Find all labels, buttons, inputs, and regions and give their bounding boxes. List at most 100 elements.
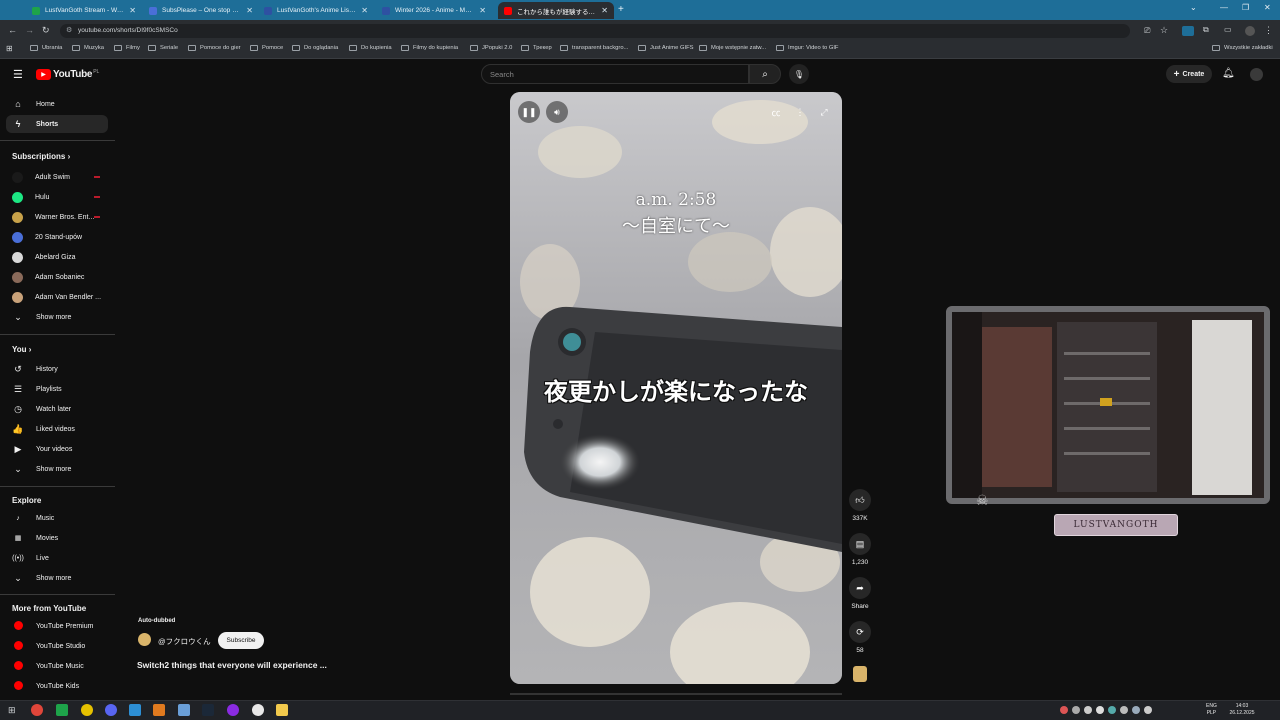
new-tab-button[interactable]: + [618,4,624,15]
clock[interactable]: 14:03 26.12.2025 [1222,703,1262,717]
subscription-item[interactable]: Abelard Giza [6,248,108,266]
system-tray[interactable] [1060,706,1200,714]
language-indicator[interactable]: ENG PLP [1206,703,1217,717]
search-input[interactable]: Search [481,64,749,84]
bookmark-item[interactable]: Filmy do kupienia [401,45,458,51]
subscription-item[interactable]: Hulu [6,188,108,206]
subscription-item[interactable]: 20 Stand-upów [6,228,108,246]
subscriptions-show-more[interactable]: ⌄ Show more [6,308,108,326]
browser-tab[interactable]: SubsPlease – One stop shop fo✕ [143,2,259,19]
sidebar-item-yt-app[interactable]: YouTube Music [6,657,108,675]
extension-icon[interactable] [1182,26,1194,36]
browser-menu-icon[interactable]: ⋮ [1264,25,1273,36]
bookmark-item[interactable]: Pomoce do gier [188,45,241,51]
bookmark-item[interactable]: Filmy [114,45,140,51]
close-tab-icon[interactable]: ✕ [601,6,608,15]
bookmark-item[interactable]: Ubrania [30,45,62,51]
browser-tab[interactable]: Winter 2026 - Anime - MyAnim✕ [376,2,492,19]
explore-show-more[interactable]: ⌄ Show more [6,569,108,587]
browser-tab[interactable]: LustVanGoth Stream - Watch L✕ [26,2,142,19]
hamburger-menu-icon[interactable]: ☰ [13,68,23,81]
bookmark-item[interactable]: Do kupienia [349,45,392,51]
app-taskbar-icon[interactable] [56,704,68,716]
account-avatar[interactable] [1250,68,1263,81]
bookmark-item[interactable]: Moje wstępnie zatw... [699,45,766,51]
address-input[interactable]: youtube.com/shorts/DI9f0cSMSCo [60,24,1130,38]
tab-search-icon[interactable]: ⌄ [1190,3,1197,12]
bookmark-item[interactable]: Muzyka [72,45,104,51]
youtube-logo[interactable]: ▶ YouTube PL [36,69,99,80]
close-tab-icon[interactable]: ✕ [246,6,253,15]
bookmark-item[interactable]: Just Anime GIFS [638,45,694,51]
maximize-icon[interactable]: ❐ [1242,3,1249,12]
browser-tab[interactable]: これから誰もが経験するであろ✕ [498,2,614,19]
sidebar-item-music[interactable]: ♪ Music [6,509,108,527]
bookmark-star-icon[interactable]: ☆ [1160,25,1168,36]
comments-button[interactable]: ▤ [849,533,871,555]
sidebar-item-history[interactable]: ↺ History [6,360,108,378]
sidebar-item-yt-app[interactable]: YouTube Studio [6,637,108,655]
all-bookmarks[interactable]: Wszystkie zakładki [1212,45,1273,51]
app-taskbar-icon[interactable] [178,704,190,716]
sidebar-item-liked-videos[interactable]: 👍 Liked videos [6,420,108,438]
bookmark-item[interactable]: Imgur: Video to GIF [776,45,838,51]
channel-avatar[interactable] [138,633,151,646]
sidebar-item-yt-app[interactable]: YouTube Premium [6,617,108,635]
voice-search-button[interactable]: 🎙 [789,64,809,84]
subscriptions-heading[interactable]: Subscriptions › [12,152,70,161]
you-heading[interactable]: You › [12,345,31,354]
channel-name[interactable]: @フクロウくん [158,636,211,647]
sidebar-item-your-videos[interactable]: ▶ Your videos [6,440,108,458]
side-panel-icon[interactable]: ▭ [1224,25,1232,34]
bookmark-item[interactable]: Pomoce [250,45,283,51]
sidebar-item-playlists[interactable]: ☰ Playlists [6,380,108,398]
bookmark-item[interactable]: Do oglądania [292,45,338,51]
windows-start-icon[interactable]: ⊞ [8,705,16,716]
app-taskbar-icon[interactable] [252,704,264,716]
site-info-icon[interactable]: ⚙ [66,26,72,34]
minimize-icon[interactable]: — [1220,3,1228,12]
sidebar-item-shorts[interactable]: ϟ Shorts [6,115,108,133]
subscription-item[interactable]: Adam Van Bendler ... [6,288,108,306]
sidebar-item-live[interactable]: ((•)) Live [6,549,108,567]
you-show-more[interactable]: ⌄ Show more [6,460,108,478]
discord-taskbar-icon[interactable] [105,704,117,716]
captions-button[interactable]: ㏄ [765,101,787,123]
steam-taskbar-icon[interactable] [202,704,214,716]
share-button[interactable]: ➦ [849,577,871,599]
notifications-bell-icon[interactable]: 🔔︎ [1222,68,1235,79]
back-icon[interactable]: ← [8,25,17,35]
forward-icon[interactable]: → [25,25,34,35]
progress-track[interactable] [510,693,842,695]
apps-grid-icon[interactable]: ⊞ [6,44,13,53]
bookmark-item[interactable]: Трекер [521,45,552,51]
bookmark-item[interactable]: JPopuki 2.0 [470,45,512,51]
reload-icon[interactable]: ↻ [42,25,50,36]
subscription-item[interactable]: Adult Swim [6,168,108,186]
fullscreen-button[interactable]: ⤢ [813,101,835,123]
short-video-player[interactable]: a.m. 2:58 〜自室にて〜 夜更かしが楽になったな ❚❚ 🔊︎ ㏄ ⋮ ⤢ [510,92,842,684]
sidebar-item-home[interactable]: ⌂ Home [6,95,108,113]
file-explorer-taskbar-icon[interactable] [276,704,288,716]
subscription-item[interactable]: Warner Bros. Ent... [6,208,108,226]
create-button[interactable]: + Create [1166,65,1212,83]
bookmark-item[interactable]: transparent backgro... [560,45,628,51]
close-tab-icon[interactable]: ✕ [479,6,486,15]
sidebar-item-watch-later[interactable]: ◷ Watch later [6,400,108,418]
close-window-icon[interactable]: ✕ [1264,3,1271,12]
remix-button[interactable]: ⟳ [849,621,871,643]
chrome-taskbar-icon[interactable] [31,704,43,716]
sound-thumbnail[interactable] [853,666,867,682]
short-title[interactable]: Switch2 things that everyone will experi… [137,660,327,670]
like-button[interactable]: 👍︎ [849,489,871,511]
cast-icon[interactable]: ⎚ [1144,26,1150,36]
extensions-icon[interactable]: ⧉ [1203,25,1209,35]
sidebar-item-movies[interactable]: ▦ Movies [6,529,108,547]
bookmark-item[interactable]: Seriale [148,45,178,51]
app-taskbar-icon[interactable] [129,704,141,716]
subscribe-button[interactable]: Subscribe [218,632,264,649]
app-taskbar-icon[interactable] [81,704,93,716]
close-tab-icon[interactable]: ✕ [129,6,136,15]
sidebar-item-yt-app[interactable]: YouTube Kids [6,677,108,695]
pause-button[interactable]: ❚❚ [518,101,540,123]
